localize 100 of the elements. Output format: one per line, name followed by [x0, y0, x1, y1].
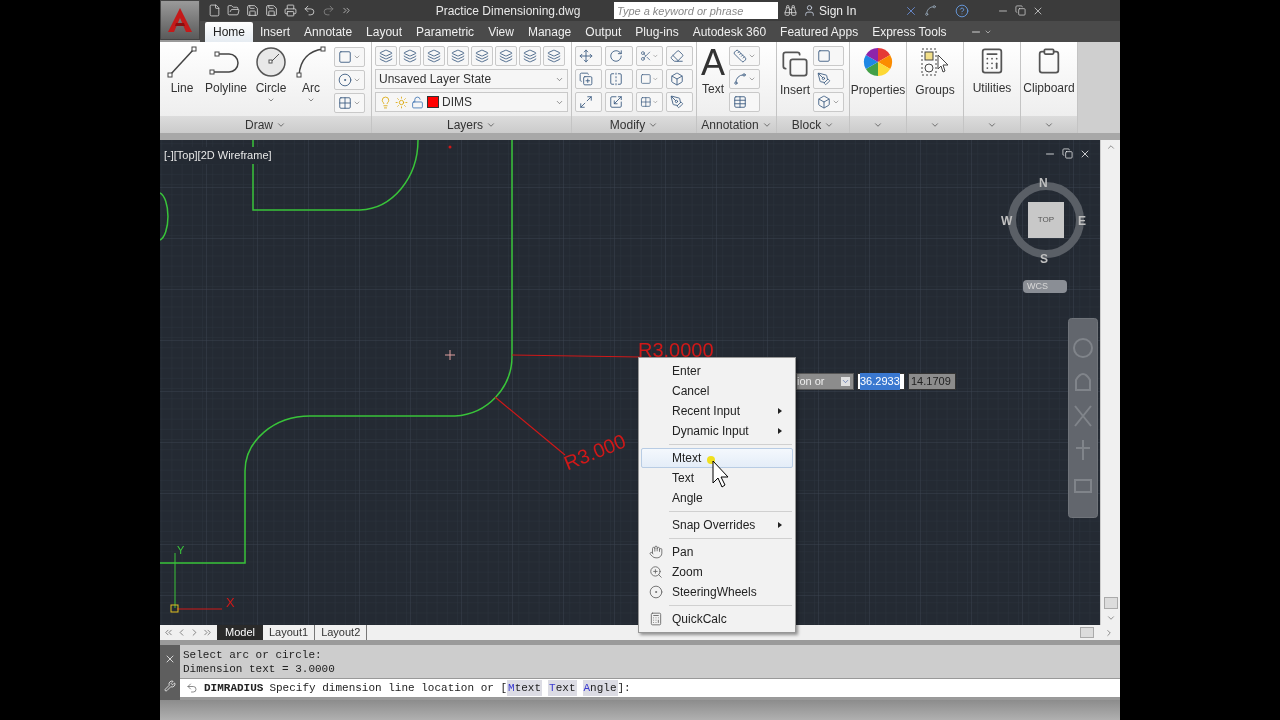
tool-button[interactable] — [813, 46, 844, 66]
tool-button[interactable] — [447, 46, 469, 66]
menu-item[interactable]: Zoom — [641, 562, 793, 582]
viewport-label[interactable]: [-][Top][2D Wireframe] — [164, 147, 272, 164]
ribbon-tab[interactable]: Autodesk 360 — [685, 22, 774, 42]
menu-item[interactable]: Recent Input — [641, 401, 793, 421]
caret-icon — [353, 53, 362, 61]
search-field[interactable]: Type a keyword or phrase — [614, 2, 778, 19]
redo-icon[interactable] — [322, 4, 335, 17]
last-tab-icon[interactable] — [202, 627, 213, 638]
ribbon-tab[interactable]: Output — [578, 22, 629, 42]
new-file-icon[interactable] — [208, 4, 221, 17]
save-as-icon[interactable] — [265, 4, 278, 17]
command-option[interactable]: Angle — [582, 679, 618, 697]
compass-label: S — [1040, 251, 1048, 268]
ribbon-tab[interactable]: Annotate — [297, 22, 360, 42]
crosshair-cursor — [444, 349, 456, 361]
tool-button[interactable] — [471, 46, 493, 66]
tool-button[interactable] — [575, 92, 603, 112]
ribbon-tab[interactable]: Plug-ins — [628, 22, 686, 42]
tool-button[interactable] — [729, 46, 760, 66]
tool-button[interactable] — [635, 69, 663, 89]
open-folder-icon[interactable] — [227, 4, 240, 17]
ribbon-tab[interactable]: Insert — [253, 22, 298, 42]
tool-button[interactable] — [375, 46, 397, 66]
tool-button[interactable] — [334, 93, 366, 113]
tool-button[interactable] — [575, 69, 603, 89]
panel-tool-button[interactable]: Clipboard — [1021, 42, 1077, 116]
menu-item[interactable]: SteeringWheels — [641, 582, 793, 602]
draw-tool-button[interactable]: Circle — [252, 42, 291, 110]
restore-icon[interactable] — [1062, 148, 1073, 159]
close-icon[interactable] — [1079, 148, 1091, 160]
scrollbar-thumb[interactable] — [1103, 597, 1118, 609]
draw-tool-button[interactable]: Line — [164, 42, 200, 110]
ribbon-tab[interactable]: Layout — [359, 22, 410, 42]
panel-tool-button[interactable]: Utilities — [964, 42, 1020, 116]
tool-button[interactable] — [729, 69, 760, 89]
first-tab-icon[interactable] — [163, 627, 174, 638]
sign-in-button[interactable]: Sign In — [803, 1, 857, 20]
panel-tool-button[interactable]: Groups — [907, 42, 963, 116]
draw-tool-button[interactable]: Polyline — [202, 42, 251, 110]
viewcube-face[interactable]: TOP — [1028, 202, 1064, 238]
menu-item[interactable]: Enter — [641, 361, 793, 381]
save-icon[interactable] — [246, 4, 259, 17]
tool-button[interactable] — [334, 70, 366, 90]
tool-button[interactable] — [665, 46, 693, 66]
panel-tool-button[interactable]: Properties — [850, 42, 906, 116]
tool-button[interactable] — [423, 46, 445, 66]
ribbon-tab[interactable]: Parametric — [409, 22, 482, 42]
vertical-scrollbar[interactable] — [1100, 140, 1120, 625]
help-icon[interactable] — [955, 3, 970, 18]
print-icon[interactable] — [284, 4, 297, 17]
menu-item[interactable]: Angle — [641, 488, 793, 508]
more-icon[interactable] — [341, 5, 352, 16]
tool-button[interactable] — [635, 46, 663, 66]
coordinate-field[interactable]: 36.2933 — [857, 373, 905, 390]
tool-button[interactable] — [605, 92, 633, 112]
restore-icon[interactable] — [1015, 5, 1027, 16]
tool-button[interactable] — [605, 46, 633, 66]
model-tab[interactable]: Model — [217, 625, 263, 640]
ribbon-tab[interactable]: Manage — [520, 22, 579, 42]
command-option[interactable]: Text — [548, 679, 577, 697]
menu-item[interactable]: Dynamic Input — [641, 421, 793, 441]
layer-dropdown[interactable]: DIMS — [375, 92, 568, 112]
tool-button[interactable] — [605, 69, 633, 89]
tool-button[interactable] — [813, 92, 844, 112]
scroll-right-icon[interactable] — [1104, 627, 1114, 638]
tool-button[interactable] — [575, 46, 603, 66]
tool-button[interactable] — [635, 92, 663, 112]
command-input[interactable]: DIMRADIUS Specify dimension line location or [Mtext Text Angle]: — [180, 678, 1120, 698]
app-menu-button[interactable] — [160, 0, 200, 40]
binoculars-icon[interactable] — [784, 4, 797, 17]
menu-item[interactable]: Mtext — [641, 448, 793, 468]
tool-button[interactable] — [665, 92, 693, 112]
command-option[interactable]: Mtext — [507, 679, 543, 697]
tool-button[interactable] — [399, 46, 421, 66]
undo-icon[interactable] — [303, 4, 316, 17]
horizontal-scrollbar-thumb[interactable] — [1080, 627, 1094, 638]
menu-item[interactable]: Snap Overrides — [641, 515, 793, 535]
menu-item[interactable]: Pan — [641, 542, 793, 562]
ribbon-tab[interactable]: Featured Apps — [773, 22, 866, 42]
layer-state-dropdown[interactable]: Unsaved Layer State — [375, 69, 568, 89]
menu-item[interactable]: Cancel — [641, 381, 793, 401]
tool-button[interactable] — [495, 46, 517, 66]
tool-button[interactable] — [543, 46, 565, 66]
tool-button[interactable] — [665, 69, 693, 89]
menu-item[interactable]: Text — [641, 468, 793, 488]
tool-button[interactable] — [729, 92, 760, 112]
ribbon-tab[interactable]: Express Tools — [865, 22, 954, 42]
coordinate-field[interactable]: 14.1709 — [908, 373, 956, 390]
command-prompt-end: ]: — [617, 680, 631, 696]
draw-tool-button[interactable]: Arc — [292, 42, 331, 110]
ribbon-tab[interactable]: Home — [205, 22, 253, 42]
ribbon-tab[interactable]: View — [481, 22, 521, 42]
wrench-icon[interactable] — [164, 680, 176, 693]
tool-button[interactable] — [334, 47, 366, 67]
tool-button[interactable] — [813, 69, 844, 89]
scroll-up-icon — [1105, 142, 1116, 152]
tool-button[interactable] — [519, 46, 541, 66]
layers-icon — [499, 49, 513, 63]
